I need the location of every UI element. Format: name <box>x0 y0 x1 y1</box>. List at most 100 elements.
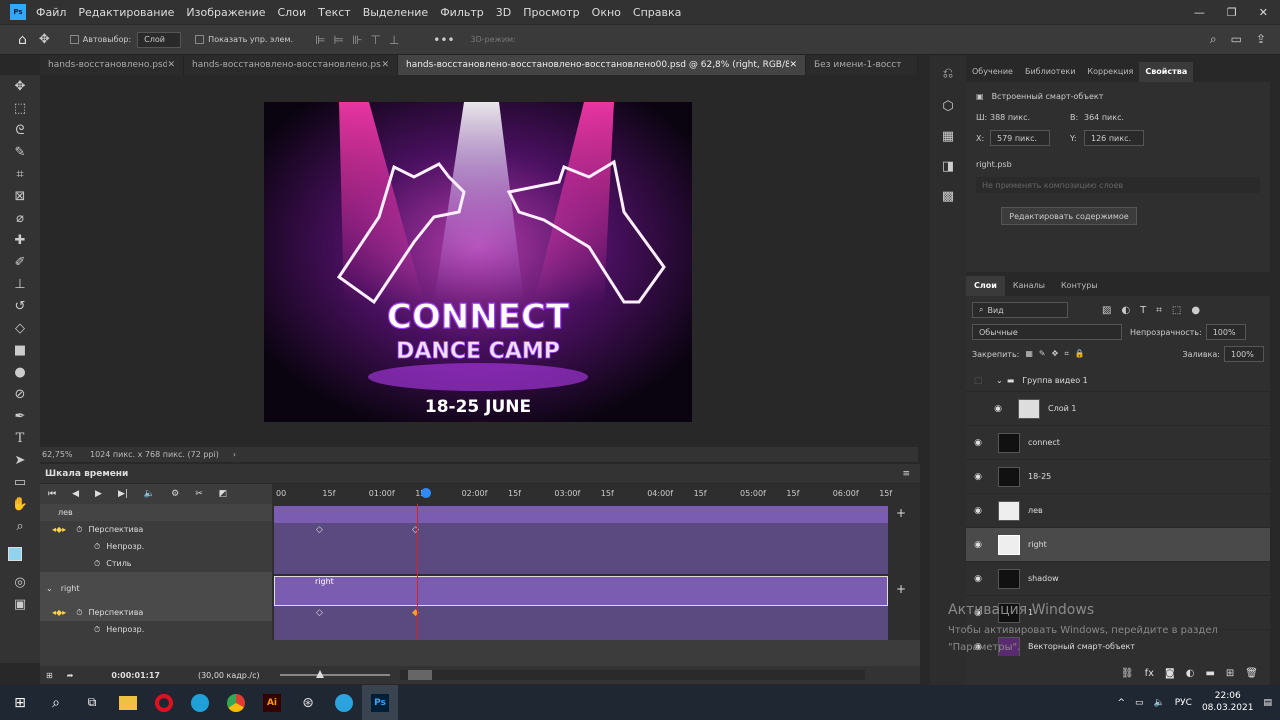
blur-tool-icon[interactable]: ● <box>0 361 40 383</box>
network-icon[interactable]: ▭ <box>1135 698 1144 708</box>
tab-paths[interactable]: Контуры <box>1053 276 1106 296</box>
menu-edit[interactable]: Редактирование <box>78 6 174 19</box>
menu-3d[interactable]: 3D <box>496 6 511 19</box>
path-select-icon[interactable]: ➤ <box>0 449 40 471</box>
eraser-tool-icon[interactable]: ◇ <box>0 317 40 339</box>
add-media-icon[interactable]: + <box>896 582 906 596</box>
play-icon[interactable]: ▶ <box>95 489 102 499</box>
track-area[interactable]: ◇ ◇ right ◇ ◆ + + <box>272 504 920 640</box>
stopwatch-icon[interactable]: ⏱ <box>94 559 100 569</box>
photoshop-taskbar-icon[interactable]: Ps <box>362 685 398 720</box>
eye-icon[interactable]: ◉ <box>966 506 990 516</box>
fill-field[interactable]: 100% <box>1224 346 1264 362</box>
tab-properties[interactable]: Свойства <box>1139 62 1194 82</box>
eye-icon[interactable]: ◉ <box>966 608 990 618</box>
menu-filter[interactable]: Фильтр <box>440 6 484 19</box>
width-value[interactable]: 388 пикс. <box>990 113 1070 122</box>
maximize-icon[interactable]: ❐ <box>1227 6 1237 19</box>
tab-learn[interactable]: Обучение <box>966 62 1019 82</box>
first-frame-icon[interactable]: ⏮ <box>48 489 56 499</box>
stopwatch-icon[interactable]: ⏱ <box>94 625 100 635</box>
quick-select-icon[interactable]: ✎ <box>0 141 40 163</box>
3d-panel-icon[interactable]: ⬡ <box>930 91 966 121</box>
zoom-slider[interactable] <box>279 670 390 678</box>
fx-icon[interactable]: fx <box>1145 668 1154 679</box>
marquee-tool-icon[interactable]: ⬚ <box>0 97 40 119</box>
move-tool-icon[interactable]: ✥ <box>39 32 50 47</box>
search-icon[interactable]: ⌕ <box>1210 32 1217 47</box>
layer-item[interactable]: ◉ Векторный смарт-объект <box>966 630 1270 656</box>
tab-doc-2[interactable]: hands-восстановлено-восстановлено.psd ✕ <box>184 55 398 75</box>
menu-file[interactable]: Файл <box>36 6 66 19</box>
tab-adjustments[interactable]: Коррекция <box>1081 62 1139 82</box>
type-tool-icon[interactable]: T <box>0 427 40 449</box>
language-indicator[interactable]: РУС <box>1175 698 1192 708</box>
settings-icon[interactable]: ⚙ <box>171 489 179 499</box>
tray-expand-icon[interactable]: ^ <box>1117 698 1125 708</box>
timeline-scrollbar[interactable] <box>399 670 865 680</box>
layer-group-video[interactable]: □ ⌄ ▬ Группа видео 1 <box>966 370 1270 392</box>
explorer-icon[interactable] <box>110 685 146 720</box>
layer-item[interactable]: ◉ shadow <box>966 562 1270 596</box>
dodge-tool-icon[interactable]: ⊘ <box>0 383 40 405</box>
stamp-tool-icon[interactable]: ⊥ <box>0 273 40 295</box>
move-tool-icon[interactable]: ✥ <box>0 75 40 97</box>
transition-icon[interactable]: ◩ <box>219 489 228 499</box>
tab-libraries[interactable]: Библиотеки <box>1019 62 1081 82</box>
convert-frames-icon[interactable]: ⊞ <box>46 671 53 680</box>
chrome-icon[interactable] <box>218 685 254 720</box>
menu-select[interactable]: Выделение <box>363 6 429 19</box>
foreground-color[interactable] <box>8 547 22 561</box>
layer-item[interactable]: ◉ 1 <box>966 596 1270 630</box>
playhead-handle[interactable] <box>421 488 431 498</box>
frame-tool-icon[interactable]: ⊠ <box>0 185 40 207</box>
color-swatches[interactable] <box>0 541 40 571</box>
menu-window[interactable]: Окно <box>592 6 621 19</box>
link-icon[interactable]: ⛓ <box>1121 668 1134 679</box>
clip-right[interactable]: right <box>274 576 888 606</box>
status-arrow-icon[interactable]: › <box>233 450 236 459</box>
eye-icon[interactable]: ◉ <box>966 540 990 550</box>
scrollbar-thumb[interactable] <box>407 670 432 680</box>
clip-lev[interactable] <box>274 506 888 523</box>
gradients-panel-icon[interactable]: ◨ <box>930 151 966 181</box>
layer-item-selected[interactable]: ◉ right <box>966 528 1270 562</box>
telegram-icon[interactable] <box>326 685 362 720</box>
prev-frame-icon[interactable]: ◀ <box>72 489 79 499</box>
search-icon[interactable]: ⌕ <box>38 685 74 720</box>
group-icon[interactable]: ▬ <box>1205 668 1214 679</box>
clock[interactable]: 22:06 08.03.2021 <box>1202 691 1254 714</box>
x-field[interactable]: 579 пикс. <box>990 130 1050 146</box>
opera-icon[interactable] <box>146 685 182 720</box>
tab-doc-3-active[interactable]: hands-восстановлено-восстановлено-восста… <box>398 55 806 75</box>
prop-opacity-lev[interactable]: ⏱ Непрозр. <box>40 538 272 555</box>
filter-icons[interactable]: ▨◐T⌗⬚● <box>1102 305 1210 316</box>
brush-tool-icon[interactable]: ✐ <box>0 251 40 273</box>
next-frame-icon[interactable]: ▶| <box>118 489 128 499</box>
hand-tool-icon[interactable]: ✋ <box>0 493 40 515</box>
edit-contents-button[interactable]: Редактировать содержимое <box>1001 207 1137 225</box>
stopwatch-icon[interactable]: ⏱ <box>94 542 100 552</box>
swatches-panel-icon[interactable]: ▦ <box>930 121 966 151</box>
gradient-tool-icon[interactable]: ■ <box>0 339 40 361</box>
document-canvas[interactable]: CONNECT DANCE CAMP 18-25 JUNE <box>264 102 692 422</box>
blend-mode-select[interactable]: Обычные <box>972 324 1122 340</box>
stopwatch-icon[interactable]: ⏱ <box>76 525 82 535</box>
panel-menu-icon[interactable]: ≡ <box>902 469 920 479</box>
task-view-icon[interactable]: ⧉ <box>74 685 110 720</box>
align-icons[interactable]: ⊫⊨⊪⊤⊥ <box>315 33 407 47</box>
height-value[interactable]: 364 пикс. <box>1084 113 1124 122</box>
share-icon[interactable]: ⇪ <box>1256 32 1266 47</box>
eye-icon[interactable]: ◉ <box>966 574 990 584</box>
time-ruler[interactable]: 00 15f 01:00f 15f 02:00f 15f 03:00f 15f 04:00f 15… <box>272 484 920 504</box>
autoselect-checkbox[interactable] <box>69 35 79 44</box>
prop-opacity-right[interactable]: ⏱ Непрозр. <box>40 621 272 638</box>
trash-icon[interactable]: 🗑 <box>1245 668 1258 679</box>
keyframe-icon[interactable]: ◇ <box>316 608 323 618</box>
more-icon[interactable]: ••• <box>433 33 454 47</box>
prop-perspective-right[interactable]: ◂◆▸ ⏱ Перспектива <box>40 604 272 621</box>
start-icon[interactable]: ⊞ <box>2 685 38 720</box>
mask-icon[interactable]: ◙ <box>1165 668 1175 679</box>
eyedropper-icon[interactable]: ⌀ <box>0 207 40 229</box>
tab-channels[interactable]: Каналы <box>1005 276 1053 296</box>
